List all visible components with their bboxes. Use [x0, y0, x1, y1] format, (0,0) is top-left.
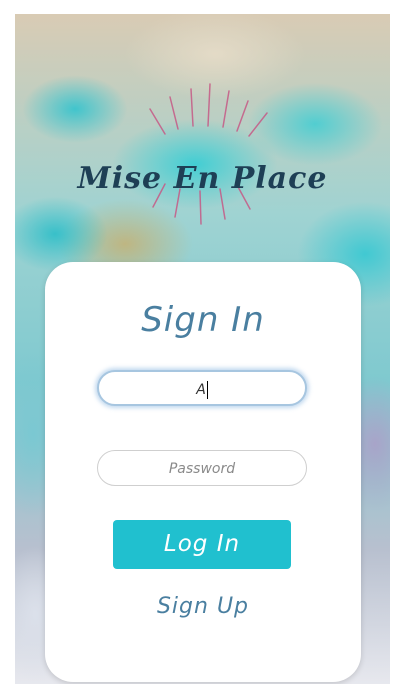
brand-logo: Mise En Place: [15, 69, 390, 229]
background-image: Mise En Place Sign In A Password Log In …: [15, 14, 390, 684]
logo-rays-icon: [149, 83, 268, 225]
text-caret: [206, 381, 208, 399]
login-button[interactable]: Log In: [113, 520, 291, 569]
signin-card: Sign In A Password Log In Sign Up: [45, 262, 361, 682]
signup-link[interactable]: Sign Up: [45, 594, 361, 619]
password-placeholder: Password: [168, 461, 236, 477]
logo-text: Mise En Place: [77, 161, 328, 196]
username-value: A: [196, 382, 206, 398]
username-input[interactable]: A: [97, 370, 307, 406]
password-input[interactable]: Password: [97, 450, 307, 486]
page-title: Sign In: [141, 300, 265, 340]
